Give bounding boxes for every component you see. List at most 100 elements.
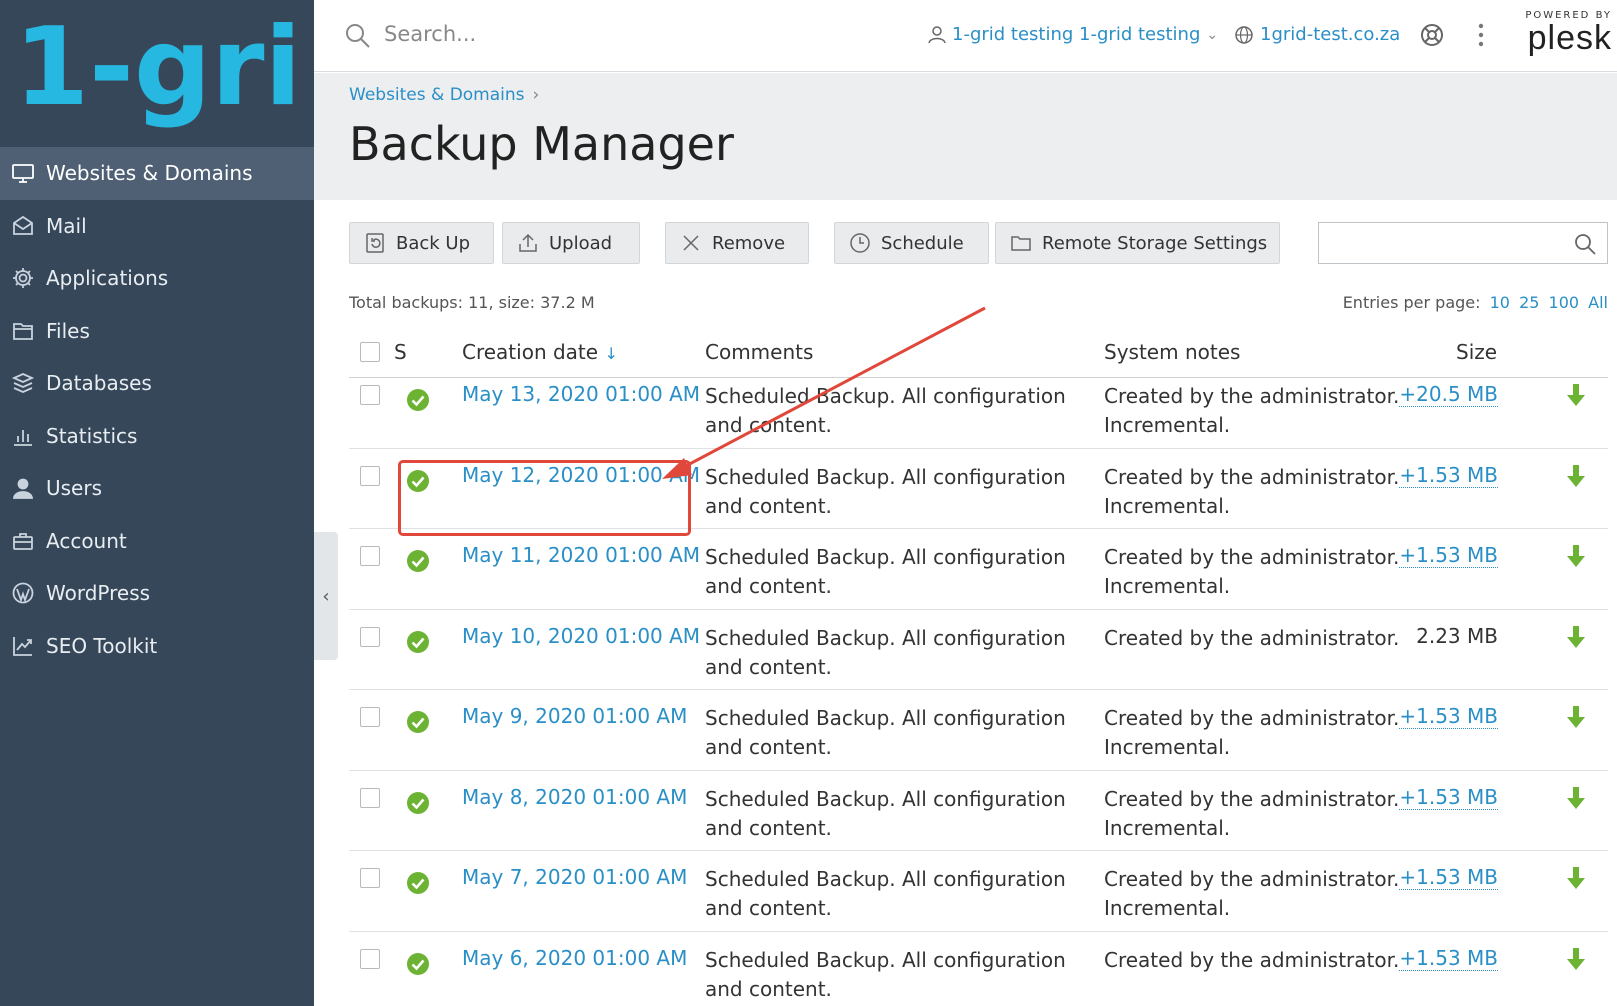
backup-date-link[interactable]: May 10, 2020 01:00 AM xyxy=(462,624,700,648)
global-search-input[interactable]: Search... xyxy=(384,22,476,46)
user-icon xyxy=(928,25,946,43)
list-search-input[interactable] xyxy=(1318,222,1608,264)
backup-size[interactable]: +1.53 MB xyxy=(1399,785,1498,810)
row-checkbox[interactable] xyxy=(360,868,380,888)
row-checkbox[interactable] xyxy=(360,707,380,727)
total-backups-summary: Total backups: 11, size: 37.2 M xyxy=(349,293,595,312)
table-row: May 9, 2020 01:00 AM Scheduled Backup. Al… xyxy=(349,690,1608,771)
sidebar: 1-grid Websites & Domains Mail Application… xyxy=(0,0,314,1006)
backup-size[interactable]: +1.53 MB xyxy=(1399,865,1498,890)
sidebar-item-wordpress[interactable]: WordPress xyxy=(0,567,314,620)
breadcrumb-websites-domains[interactable]: Websites & Domains xyxy=(349,85,525,105)
column-system-notes[interactable]: System notes xyxy=(1104,340,1240,364)
table-row: May 7, 2020 01:00 AM Scheduled Backup. Al… xyxy=(349,851,1608,932)
sidebar-item-websites-domains[interactable]: Websites & Domains xyxy=(0,147,314,200)
success-check-icon xyxy=(407,630,429,653)
column-size[interactable]: Size xyxy=(1456,340,1497,364)
backup-size[interactable]: +1.53 MB xyxy=(1399,463,1498,488)
back-up-button[interactable]: Back Up xyxy=(349,222,494,264)
sidebar-item-label: Statistics xyxy=(46,423,138,448)
more-vertical-icon[interactable] xyxy=(1474,20,1488,50)
table-row: May 13, 2020 01:00 AM Scheduled Backup. A… xyxy=(349,368,1608,449)
download-arrow-icon[interactable] xyxy=(1564,865,1588,891)
search-icon[interactable] xyxy=(1573,232,1597,256)
download-arrow-icon[interactable] xyxy=(1564,704,1588,730)
sort-down-arrow-icon: ↓ xyxy=(604,344,618,363)
sidebar-item-seo-toolkit[interactable]: SEO Toolkit xyxy=(0,620,314,673)
schedule-button[interactable]: Schedule xyxy=(834,222,989,264)
backup-system-notes: Created by the administrator. Incrementa… xyxy=(1104,384,1400,437)
chevron-down-icon: ⌄ xyxy=(1206,26,1219,43)
backup-comment: Scheduled Backup. All configuration and … xyxy=(705,384,1066,437)
sidebar-item-files[interactable]: Files xyxy=(0,305,314,358)
backup-date-link[interactable]: May 9, 2020 01:00 AM xyxy=(462,704,687,728)
success-check-icon xyxy=(407,550,429,572)
download-arrow-icon[interactable] xyxy=(1564,463,1588,489)
select-all-checkbox[interactable] xyxy=(360,342,380,362)
sidebar-item-databases[interactable]: Databases xyxy=(0,357,314,410)
wordpress-icon xyxy=(10,580,36,606)
download-arrow-icon[interactable] xyxy=(1564,624,1588,650)
backup-size[interactable]: +1.53 MB xyxy=(1399,543,1498,568)
backup-date-link[interactable]: May 11, 2020 01:00 AM xyxy=(462,543,700,567)
backup-system-notes: Created by the administrator. xyxy=(1104,947,1400,972)
column-comments[interactable]: Comments xyxy=(705,340,813,364)
backup-size[interactable]: +20.5 MB xyxy=(1399,382,1498,407)
row-checkbox[interactable] xyxy=(360,546,380,566)
sidebar-item-account[interactable]: Account xyxy=(0,515,314,568)
backup-comment: Scheduled Backup. All configuration and … xyxy=(705,947,1066,1001)
row-checkbox[interactable] xyxy=(360,948,380,969)
brand-logo[interactable]: 1-grid xyxy=(14,8,304,138)
sidebar-item-mail[interactable]: Mail xyxy=(0,200,314,253)
upload-icon xyxy=(519,233,537,252)
domain-selector[interactable]: 1grid-test.co.za xyxy=(1234,24,1400,45)
sidebar-item-users[interactable]: Users xyxy=(0,462,314,515)
sidebar-collapse-button[interactable]: ‹ xyxy=(314,532,338,660)
user-menu[interactable]: 1-grid testing 1-grid testing ⌄ xyxy=(928,24,1218,45)
sidebar-item-label: Applications xyxy=(46,266,169,291)
backup-date-link[interactable]: May 6, 2020 01:00 AM xyxy=(462,946,687,970)
page-header: Websites & Domains › Backup Manager xyxy=(314,73,1617,200)
row-checkbox[interactable] xyxy=(360,465,380,486)
remove-label: Remove xyxy=(712,232,786,254)
column-creation-date[interactable]: Creation date ↓ xyxy=(462,340,618,364)
entries-option-all[interactable]: All xyxy=(1588,293,1608,312)
backup-size[interactable]: +1.53 MB xyxy=(1399,704,1498,729)
backup-icon xyxy=(366,233,384,253)
upload-button[interactable]: Upload xyxy=(502,222,640,264)
row-checkbox[interactable] xyxy=(360,385,380,405)
success-check-icon xyxy=(407,952,429,975)
plesk-logo: POWERED BY plesk xyxy=(1522,10,1612,66)
download-arrow-icon[interactable] xyxy=(1564,543,1588,569)
backup-size[interactable]: +1.53 MB xyxy=(1399,946,1498,971)
row-checkbox[interactable] xyxy=(360,626,380,647)
top-bar: Search... 1-grid testing 1-grid testing … xyxy=(314,0,1617,72)
breadcrumb-separator-icon: › xyxy=(532,85,540,105)
gear-icon xyxy=(10,265,36,291)
remove-button[interactable]: Remove xyxy=(665,222,809,264)
backup-system-notes: Created by the administrator. Incrementa… xyxy=(1104,786,1400,840)
entries-option-25[interactable]: 25 xyxy=(1519,293,1539,312)
remote-storage-settings-button[interactable]: Remote Storage Settings xyxy=(995,222,1280,264)
download-arrow-icon[interactable] xyxy=(1564,785,1588,811)
download-arrow-icon[interactable] xyxy=(1564,382,1588,408)
upload-label: Upload xyxy=(549,232,613,254)
column-status[interactable]: S xyxy=(394,340,407,364)
search-icon[interactable] xyxy=(344,22,372,50)
database-icon xyxy=(10,370,36,396)
download-arrow-icon[interactable] xyxy=(1564,946,1588,972)
entries-option-10[interactable]: 10 xyxy=(1490,293,1510,312)
domain-name: 1grid-test.co.za xyxy=(1260,24,1401,45)
backup-comment: Scheduled Backup. All configuration and … xyxy=(705,464,1066,518)
sidebar-item-label: Files xyxy=(46,318,90,343)
schedule-label: Schedule xyxy=(881,232,964,254)
backup-date-link[interactable]: May 13, 2020 01:00 AM xyxy=(462,382,700,406)
annotation-highlight-box xyxy=(398,460,691,536)
sidebar-item-applications[interactable]: Applications xyxy=(0,252,314,305)
backup-date-link[interactable]: May 8, 2020 01:00 AM xyxy=(462,785,687,809)
backup-date-link[interactable]: May 7, 2020 01:00 AM xyxy=(462,865,687,889)
sidebar-item-statistics[interactable]: Statistics xyxy=(0,410,314,463)
row-checkbox[interactable] xyxy=(360,787,380,808)
help-lifebuoy-icon[interactable] xyxy=(1419,22,1445,48)
entries-option-100[interactable]: 100 xyxy=(1549,293,1580,312)
